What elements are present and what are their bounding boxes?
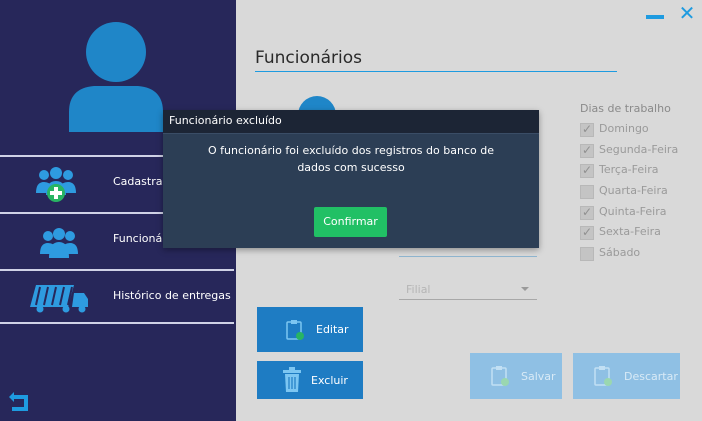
title-underline	[255, 71, 617, 72]
days-title: Dias de trabalho	[580, 102, 671, 115]
discard-label: Descartar	[624, 370, 678, 383]
filial-underline	[399, 299, 537, 300]
close-icon[interactable]: ✕	[677, 2, 697, 24]
check-icon: ✓	[582, 205, 593, 219]
back-arrow-icon[interactable]	[8, 389, 32, 413]
dialog-title: Funcionário excluído	[169, 114, 282, 127]
edit-label: Editar	[316, 323, 349, 336]
day-label: Quinta-Feira	[599, 205, 667, 218]
delete-label: Excluir	[311, 374, 348, 387]
checkbox[interactable]	[580, 247, 594, 261]
add-group-icon	[36, 167, 76, 202]
chevron-down-icon[interactable]	[521, 287, 529, 291]
sidebar-item-historico[interactable]: Histórico de entregas	[0, 269, 234, 327]
trash-icon	[283, 367, 301, 392]
sidebar-item-label: Histórico de entregas	[113, 289, 231, 302]
day-label: Sábado	[599, 246, 641, 259]
user-avatar-icon	[69, 22, 163, 132]
clipboard-discard-icon	[594, 366, 612, 386]
day-label: Terça-Feira	[599, 163, 659, 176]
checkbox[interactable]: ✓	[580, 205, 594, 220]
day-label: Segunda-Feira	[599, 143, 679, 156]
checkbox[interactable]: ✓	[580, 163, 594, 178]
confirmation-dialog: Funcionário excluído O funcionário foi e…	[163, 110, 539, 248]
minimize-icon[interactable]	[646, 15, 664, 19]
check-icon: ✓	[582, 163, 593, 177]
text-field[interactable]	[399, 256, 537, 257]
day-label: Domingo	[599, 122, 649, 135]
edit-button[interactable]: Editar	[257, 307, 363, 352]
discard-button[interactable]: Descartar	[573, 353, 680, 399]
check-icon: ✓	[582, 143, 593, 157]
save-label: Salvar	[521, 370, 556, 383]
filial-select[interactable]: Filial	[406, 283, 431, 296]
check-icon: ✓	[582, 225, 593, 239]
truck-icon	[30, 285, 88, 313]
clipboard-edit-icon	[286, 320, 304, 340]
sidebar-divider	[0, 322, 234, 324]
clipboard-save-icon	[491, 366, 509, 386]
checkbox[interactable]: ✓	[580, 225, 594, 240]
confirm-button[interactable]: Confirmar	[314, 207, 387, 237]
day-label: Sexta-Feira	[599, 225, 661, 238]
checkbox[interactable]: ✓	[580, 122, 594, 137]
dialog-header: Funcionário excluído	[163, 110, 539, 134]
group-icon	[40, 228, 78, 258]
checkbox[interactable]: ✓	[580, 143, 594, 158]
checkbox[interactable]	[580, 185, 594, 199]
sidebar-item-label: Cadastrar	[113, 175, 167, 188]
dialog-message: O funcionário foi excluído dos registros…	[208, 144, 494, 174]
delete-button[interactable]: Excluir	[257, 361, 363, 399]
day-label: Quarta-Feira	[599, 184, 668, 197]
save-button[interactable]: Salvar	[470, 353, 562, 399]
check-icon: ✓	[582, 122, 593, 136]
page-title: Funcionários	[255, 48, 363, 68]
